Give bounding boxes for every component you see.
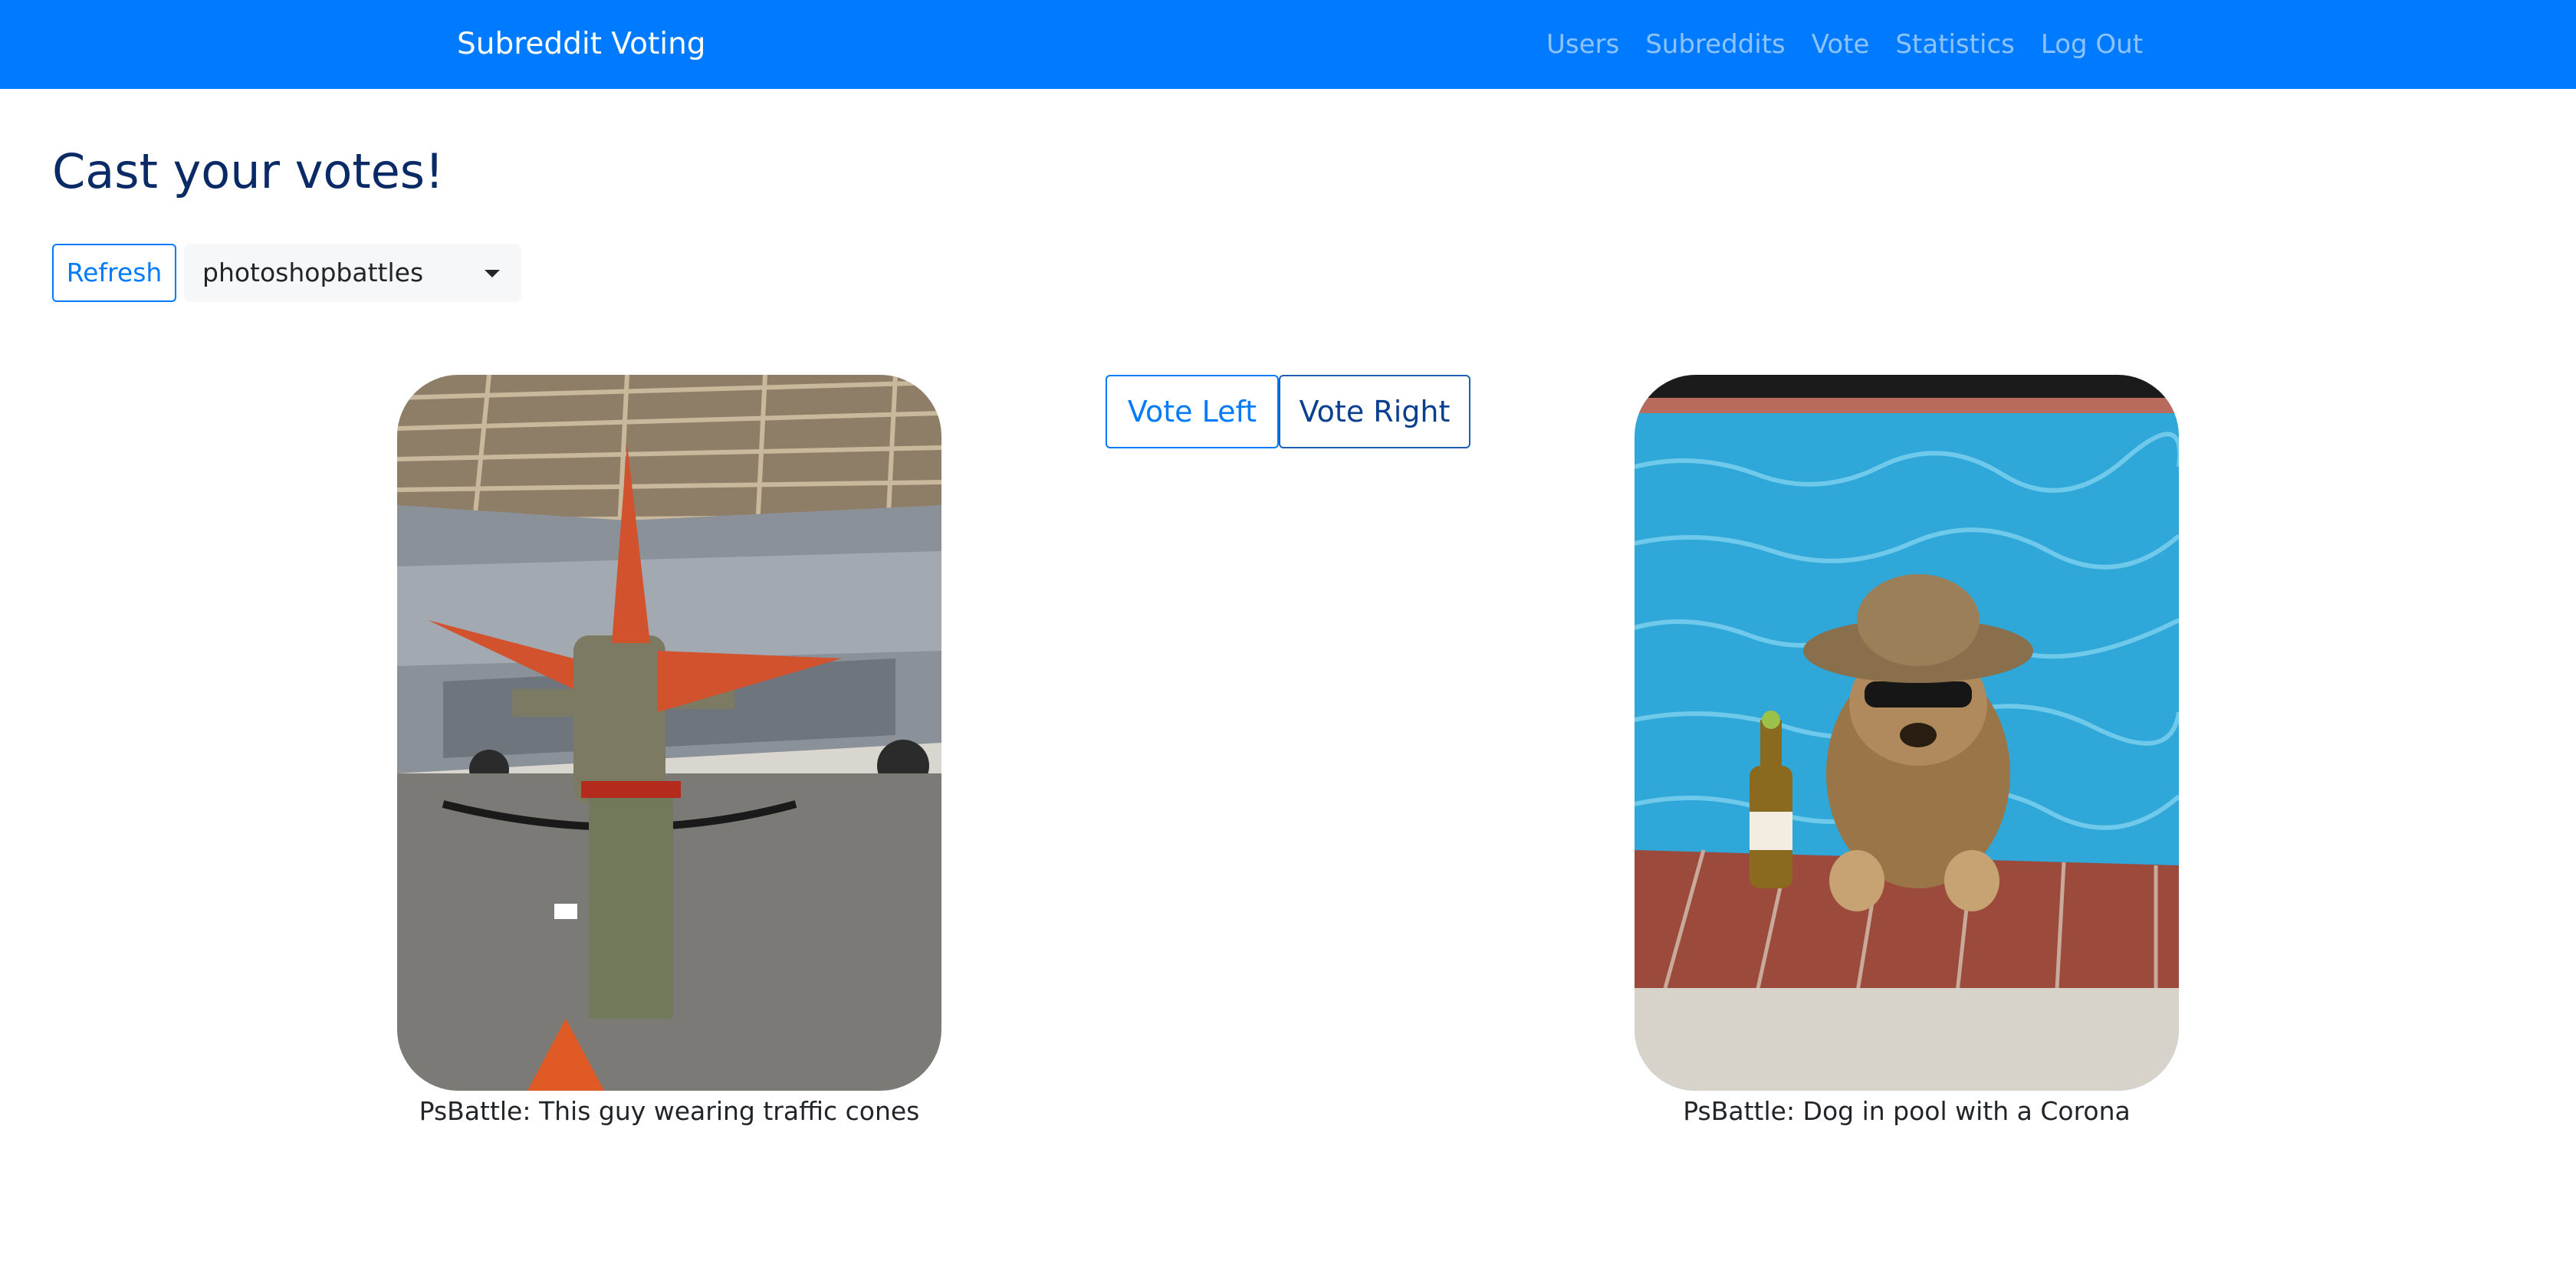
candidate-left: PsBattle: This guy wearing traffic cones bbox=[397, 375, 941, 1129]
nav-links: Users Subreddits Vote Statistics Log Out bbox=[1533, 23, 2156, 66]
caret-down-icon bbox=[485, 270, 500, 277]
vote-right-button[interactable]: Vote Right bbox=[1279, 375, 1470, 448]
candidate-left-image bbox=[397, 375, 941, 1091]
subreddit-select[interactable]: photoshopbattles bbox=[184, 244, 521, 302]
candidate-right-image bbox=[1635, 375, 2179, 1091]
nav-link-statistics[interactable]: Statistics bbox=[1882, 23, 2027, 66]
nav-link-subreddits[interactable]: Subreddits bbox=[1632, 23, 1799, 66]
subreddit-select-value: photoshopbattles bbox=[202, 258, 424, 287]
top-navbar: Subreddit Voting Users Subreddits Vote S… bbox=[0, 0, 2576, 89]
candidate-left-caption: PsBattle: This guy wearing traffic cones bbox=[419, 1096, 920, 1126]
nav-link-users[interactable]: Users bbox=[1533, 23, 1632, 66]
page-title: Cast your votes! bbox=[52, 143, 444, 199]
refresh-button[interactable]: Refresh bbox=[52, 244, 176, 302]
vote-left-button[interactable]: Vote Left bbox=[1106, 375, 1279, 448]
brand-link[interactable]: Subreddit Voting bbox=[457, 23, 706, 66]
candidate-right: PsBattle: Dog in pool with a Corona bbox=[1635, 375, 2179, 1129]
nav-link-logout[interactable]: Log Out bbox=[2028, 23, 2156, 66]
nav-link-vote[interactable]: Vote bbox=[1799, 23, 1883, 66]
candidate-right-caption: PsBattle: Dog in pool with a Corona bbox=[1683, 1096, 2131, 1126]
